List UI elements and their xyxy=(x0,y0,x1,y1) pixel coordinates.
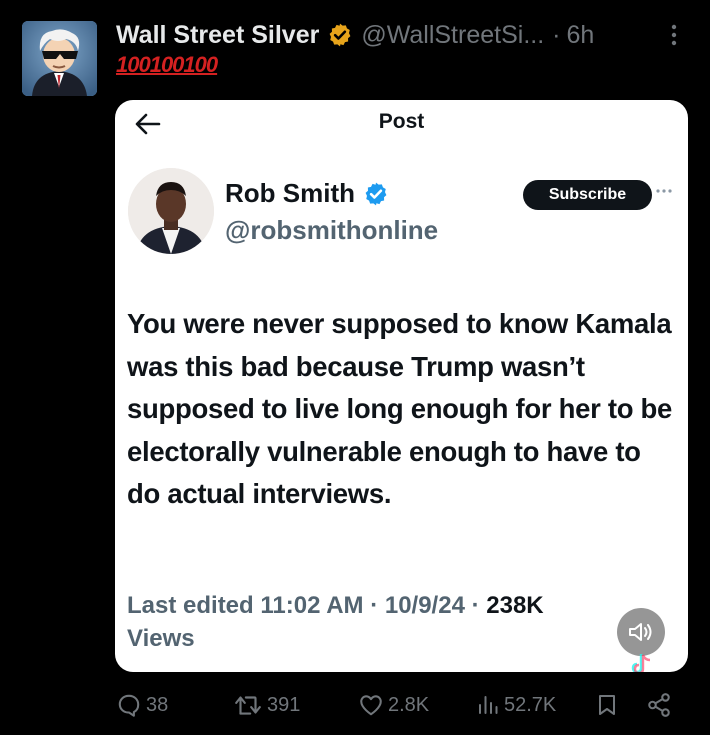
heart-icon xyxy=(360,695,382,716)
embedded-post-image[interactable]: Post Rob Smith @robsmithonline Subscribe… xyxy=(115,100,688,672)
embedded-author-avatar xyxy=(128,168,214,254)
repost-button[interactable]: 391 xyxy=(233,685,300,725)
embedded-post-meta: Last edited 11:02 AM · 10/9/24 · 238K Vi… xyxy=(127,589,667,655)
speaker-icon xyxy=(629,623,652,641)
embedded-author-handle: @robsmithonline xyxy=(225,215,439,245)
embedded-post-text: You were never supposed to know Kamala w… xyxy=(127,308,673,509)
repost-count: 391 xyxy=(267,693,301,716)
tweet-actions-bar: 38 391 2.8K 52.7K xyxy=(0,685,710,725)
embedded-author-name: Rob Smith xyxy=(225,178,389,209)
repost-icon xyxy=(235,696,261,715)
analytics-icon xyxy=(479,696,498,714)
hundred-emoji-text: 100100100 xyxy=(116,52,218,77)
views-button[interactable]: 52.7K xyxy=(476,685,556,725)
tiktok-watermark-icon xyxy=(631,654,651,672)
embedded-more-icon xyxy=(656,189,672,193)
verified-badge-icon xyxy=(365,182,387,205)
sound-toggle-button[interactable] xyxy=(617,608,665,656)
views-count: 238K xyxy=(486,592,544,619)
share-button[interactable] xyxy=(646,685,672,725)
display-name[interactable]: Wall Street Silver xyxy=(116,21,319,50)
edit-timestamp: Last edited 11:02 AM · 10/9/24 · xyxy=(127,592,487,619)
timestamp[interactable]: 6h xyxy=(566,21,594,50)
reply-icon xyxy=(118,694,140,717)
reply-button[interactable]: 38 xyxy=(116,685,168,725)
bookmark-button[interactable] xyxy=(595,685,619,725)
views-label: Views xyxy=(127,625,195,652)
separator-dot: · xyxy=(552,20,561,49)
view-count: 52.7K xyxy=(504,693,557,716)
verified-badge-icon xyxy=(329,23,351,47)
like-count: 2.8K xyxy=(388,693,430,716)
bookmark-icon xyxy=(599,695,615,715)
card-title: Post xyxy=(378,110,425,133)
embedded-author-name-text: Rob Smith xyxy=(225,178,355,208)
tweet-header: Wall Street Silver @WallStreetSi... · 6h xyxy=(116,18,696,52)
subscribe-button: Subscribe xyxy=(523,180,652,210)
like-button[interactable]: 2.8K xyxy=(358,685,429,725)
author-avatar[interactable] xyxy=(22,21,97,96)
author-handle[interactable]: @WallStreetSi... xyxy=(361,21,544,50)
more-options-icon[interactable] xyxy=(666,18,682,52)
reply-count: 38 xyxy=(146,693,169,716)
share-icon xyxy=(648,693,670,717)
